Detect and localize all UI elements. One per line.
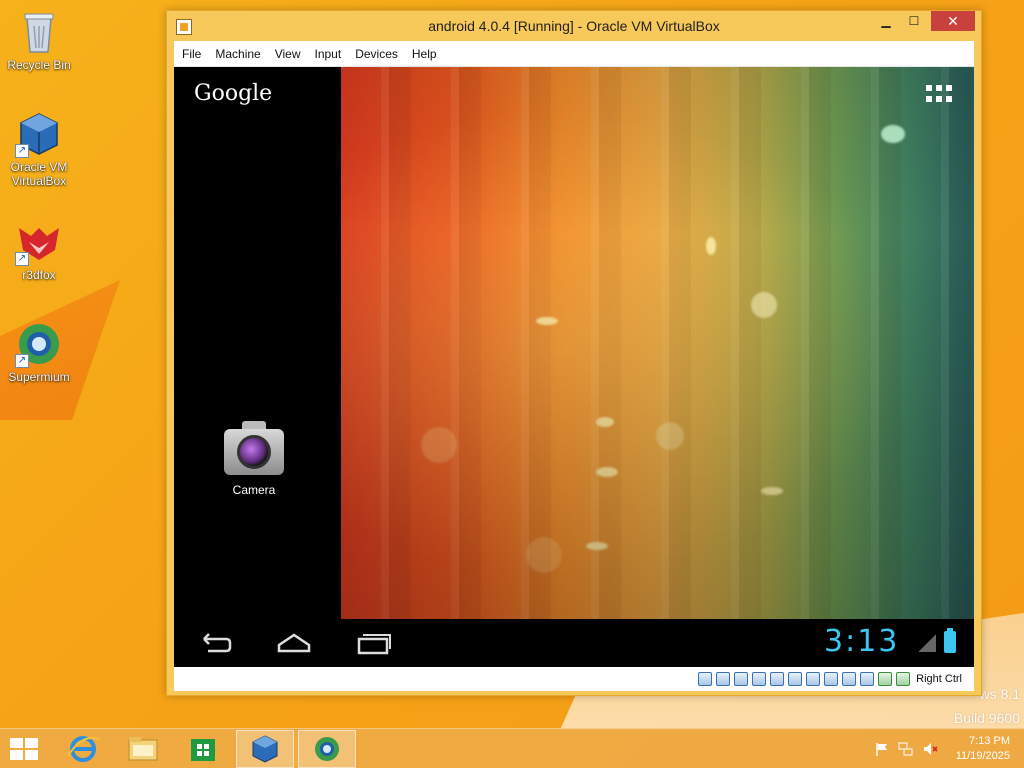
maximize-button[interactable]: ☐: [899, 11, 929, 31]
windows-version-watermark: ws 8.1: [979, 686, 1020, 702]
google-search-label[interactable]: Google: [194, 81, 272, 106]
desktop-icon-label: Recycle Bin: [7, 58, 71, 72]
menu-input[interactable]: Input: [308, 47, 349, 61]
optical-drive-icon[interactable]: [716, 672, 731, 686]
window-title: android 4.0.4 [Running] - Oracle VM Virt…: [428, 18, 720, 34]
apps-grid-icon[interactable]: [926, 85, 952, 103]
android-navigation-bar: 3:13: [174, 619, 974, 667]
audio-icon[interactable]: [734, 672, 749, 686]
menu-view[interactable]: View: [268, 47, 308, 61]
desktop-icon-r3dfox[interactable]: ↗ r3dfox: [0, 218, 78, 282]
desktop-icon-supermium[interactable]: ↗ Supermium: [0, 320, 78, 384]
mouse-integration-icon[interactable]: [878, 672, 893, 686]
recycle-bin-icon: [15, 8, 63, 56]
start-button[interactable]: [10, 738, 38, 760]
taskbar-time: 7:13 PM: [969, 735, 1010, 747]
home-icon[interactable]: [276, 631, 312, 655]
shared-folders-icon[interactable]: [788, 672, 803, 686]
desktop-icon-virtualbox[interactable]: ↗ Oracle VM VirtualBox: [0, 110, 78, 188]
menu-help[interactable]: Help: [405, 47, 444, 61]
taskbar-date: 11/19/2025: [955, 750, 1010, 762]
camera-app-label: Camera: [232, 483, 276, 497]
shortcut-arrow-icon: ↗: [15, 354, 29, 368]
usb-icon[interactable]: [770, 672, 785, 686]
minimize-button[interactable]: ▁: [871, 11, 901, 31]
window-titlebar[interactable]: android 4.0.4 [Running] - Oracle VM Virt…: [167, 11, 981, 41]
recording-icon[interactable]: [842, 672, 857, 686]
android-clock: 3:13: [824, 624, 900, 659]
supermium-icon: [315, 737, 339, 761]
taskbar-file-explorer[interactable]: [114, 730, 172, 768]
action-center-flag-icon[interactable]: [874, 741, 890, 757]
r3dfox-icon: ↗: [15, 218, 63, 266]
signal-icon: [918, 634, 936, 652]
menu-devices[interactable]: Devices: [348, 47, 405, 61]
desktop-icon-label: Supermium: [8, 370, 70, 384]
internet-explorer-icon: [67, 736, 101, 762]
menu-bar: File Machine View Input Devices Help: [174, 41, 974, 67]
shortcut-arrow-icon: ↗: [15, 252, 29, 266]
host-key-icon[interactable]: [896, 672, 911, 686]
virtualbox-window: android 4.0.4 [Running] - Oracle VM Virt…: [166, 10, 982, 696]
taskbar-clock[interactable]: 7:13 PM 11/19/2025: [956, 734, 1010, 764]
taskbar-store[interactable]: [174, 730, 232, 768]
store-icon: [191, 739, 215, 761]
supermium-icon: ↗: [15, 320, 63, 368]
recent-apps-icon[interactable]: [356, 631, 392, 655]
desktop-icon-recycle-bin[interactable]: Recycle Bin: [0, 8, 78, 72]
virtualbox-icon: [252, 735, 278, 763]
folder-icon: [128, 737, 158, 761]
network-icon[interactable]: [752, 672, 767, 686]
battery-icon: [944, 628, 956, 653]
virtualbox-status-bar: Right Ctrl: [174, 667, 974, 691]
menu-file[interactable]: File: [174, 47, 208, 61]
camera-app-shortcut[interactable]: Camera: [214, 417, 294, 497]
close-button[interactable]: ✕: [931, 11, 975, 31]
virtualbox-icon: ↗: [15, 110, 63, 158]
back-icon[interactable]: [198, 631, 232, 655]
video-capture-icon[interactable]: [824, 672, 839, 686]
network-tray-icon[interactable]: [898, 741, 914, 757]
speaker-muted-icon[interactable]: [922, 741, 938, 757]
camera-icon: [220, 417, 288, 479]
taskbar-virtualbox[interactable]: [236, 730, 294, 768]
cpu-icon[interactable]: [860, 672, 875, 686]
desktop-icon-label: r3dfox: [22, 268, 56, 282]
android-guest-screen[interactable]: Google Camera 3:13: [174, 67, 974, 667]
menu-machine[interactable]: Machine: [208, 47, 267, 61]
hard-disk-icon[interactable]: [698, 672, 713, 686]
shortcut-arrow-icon: ↗: [15, 144, 29, 158]
host-key-label: Right Ctrl: [916, 673, 962, 685]
android-wallpaper: [341, 67, 974, 619]
windows-build-watermark: Build 9600: [953, 710, 1020, 726]
taskbar-supermium[interactable]: [298, 730, 356, 768]
taskbar-internet-explorer[interactable]: [54, 730, 112, 768]
desktop-icon-label: Oracle VM VirtualBox: [10, 160, 68, 188]
taskbar: 7:13 PM 11/19/2025: [0, 728, 1024, 768]
display-icon[interactable]: [806, 672, 821, 686]
